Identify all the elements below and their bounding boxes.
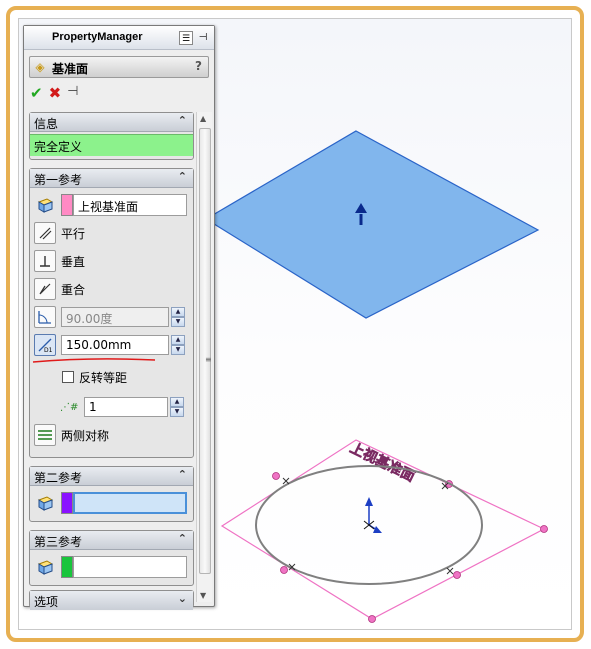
symmetric-label: 两侧对称 xyxy=(61,428,110,443)
perpendicular-option[interactable]: 垂直 xyxy=(34,249,85,273)
expand-icon[interactable]: ⌄ xyxy=(178,592,187,605)
options-title: 选项 xyxy=(34,595,59,609)
feature-name: 基准面 xyxy=(52,62,89,76)
symmetric-option[interactable]: 两侧对称 xyxy=(34,423,109,447)
third-reference-title: 第三参考 xyxy=(34,535,83,549)
flip-offset-row[interactable]: 反转等距 xyxy=(62,365,127,389)
angle-spinner[interactable]: ▲ ▼ xyxy=(171,307,185,327)
coincident-label: 重合 xyxy=(61,282,86,297)
options-header[interactable]: 选项 ⌄ xyxy=(30,591,193,610)
panel-scrollbar[interactable]: ▲ ≡ ▼ xyxy=(196,112,212,602)
parallel-label: 平行 xyxy=(61,226,86,241)
cancel-button[interactable]: ✖ xyxy=(49,84,62,102)
plane-count-input[interactable]: 1 xyxy=(84,397,168,417)
panel-title: PropertyManager xyxy=(52,31,143,43)
graphics-area: 上视基准面 PropertyManager ☰ ⊣ ◈ 基准面 ? ✔ ✖ ⊣ … xyxy=(18,18,572,630)
first-reference-title: 第一参考 xyxy=(34,173,83,187)
feature-title-bar: ◈ 基准面 ? xyxy=(29,56,209,78)
third-reference-group: 第三参考 ⌃ xyxy=(29,530,194,586)
property-manager-panel: PropertyManager ☰ ⊣ ◈ 基准面 ? ✔ ✖ ⊣ ▲ ≡ ▼ … xyxy=(23,25,215,610)
coincident-option[interactable]: 重合 xyxy=(34,277,85,301)
plane-cube-icon xyxy=(34,194,56,216)
info-group-header[interactable]: 信息 ⌃ xyxy=(30,113,193,132)
info-group: 信息 ⌃ 完全定义 xyxy=(29,112,194,160)
collapse-icon[interactable]: ⌃ xyxy=(178,532,187,545)
coincident-icon[interactable] xyxy=(34,278,56,300)
second-reference-title: 第二参考 xyxy=(34,471,83,485)
origin-triad-icon xyxy=(363,497,382,533)
action-buttons: ✔ ✖ ⊣ xyxy=(30,84,78,102)
offset-spinner[interactable]: ▲ ▼ xyxy=(171,335,185,355)
parallel-icon[interactable] xyxy=(34,222,56,244)
plane-count-row: ⋰# 1 ▲ ▼ xyxy=(60,395,184,419)
options-group: 选项 ⌄ xyxy=(29,590,194,610)
third-reference-selection-row xyxy=(34,555,187,579)
scroll-down-icon[interactable]: ▼ xyxy=(200,591,206,600)
window-frame: 上视基准面 PropertyManager ☰ ⊣ ◈ 基准面 ? ✔ ✖ ⊣ … xyxy=(6,6,584,642)
status-message: 完全定义 xyxy=(30,134,193,156)
first-reference-selection-row: 上视基准面 xyxy=(34,193,187,217)
flip-offset-checkbox[interactable] xyxy=(62,371,74,383)
offset-row: D1 150.00mm ▲ ▼ xyxy=(34,333,185,357)
pushpin-icon[interactable]: ⊣ xyxy=(67,84,78,102)
ok-button[interactable]: ✔ xyxy=(30,84,43,102)
first-reference-group: 第一参考 ⌃ 上视基准面 平行 垂直 重合 90.00度 ▲ ▼ D1 150.… xyxy=(29,168,194,458)
tree-toggle-icon[interactable]: ☰ xyxy=(179,31,193,45)
mid-plane-icon[interactable] xyxy=(34,424,56,446)
plane-count-icon: ⋰# xyxy=(60,401,79,413)
offset-distance-icon[interactable]: D1 xyxy=(34,334,56,356)
reference-color-swatch xyxy=(61,556,73,578)
third-reference-header[interactable]: 第三参考 ⌃ xyxy=(30,531,193,550)
scroll-up-icon[interactable]: ▲ xyxy=(200,114,206,123)
info-group-title: 信息 xyxy=(34,117,59,131)
pin-icon[interactable]: ⊣ xyxy=(196,31,210,45)
second-reference-selection-row xyxy=(34,491,187,515)
angle-input[interactable]: 90.00度 xyxy=(61,307,169,327)
flip-offset-label: 反转等距 xyxy=(79,370,128,385)
collapse-icon[interactable]: ⌃ xyxy=(178,114,187,127)
collapse-icon[interactable]: ⌃ xyxy=(178,170,187,183)
angle-row: 90.00度 ▲ ▼ xyxy=(34,305,185,329)
red-annotation-underline xyxy=(32,358,156,363)
count-spinner[interactable]: ▲ ▼ xyxy=(170,397,184,417)
plane-cube-icon xyxy=(34,492,56,514)
second-reference-selection[interactable] xyxy=(73,492,187,514)
reference-color-swatch xyxy=(61,194,73,216)
reference-color-swatch xyxy=(61,492,73,514)
plane-feature-icon: ◈ xyxy=(35,60,45,74)
parallel-option[interactable]: 平行 xyxy=(34,221,85,245)
perpendicular-label: 垂直 xyxy=(61,254,86,269)
plane-cube-icon xyxy=(34,556,56,578)
perpendicular-icon[interactable] xyxy=(34,250,56,272)
third-reference-selection[interactable] xyxy=(73,556,187,578)
help-icon[interactable]: ? xyxy=(195,59,202,73)
second-reference-header[interactable]: 第二参考 ⌃ xyxy=(30,467,193,486)
angle-icon[interactable] xyxy=(34,306,56,328)
scroll-thumb[interactable]: ≡ xyxy=(199,128,212,574)
collapse-icon[interactable]: ⌃ xyxy=(178,468,187,481)
first-reference-selection[interactable]: 上视基准面 xyxy=(73,194,187,216)
second-reference-group: 第二参考 ⌃ xyxy=(29,466,194,522)
panel-header: PropertyManager ☰ ⊣ xyxy=(24,26,214,50)
new-plane-preview[interactable] xyxy=(204,130,540,319)
svg-text:D1: D1 xyxy=(44,347,53,353)
first-reference-header[interactable]: 第一参考 ⌃ xyxy=(30,169,193,188)
plane-handles xyxy=(272,472,548,623)
top-plane-label: 上视基准面 xyxy=(347,439,417,485)
offset-distance-input[interactable]: 150.00mm xyxy=(61,335,169,355)
